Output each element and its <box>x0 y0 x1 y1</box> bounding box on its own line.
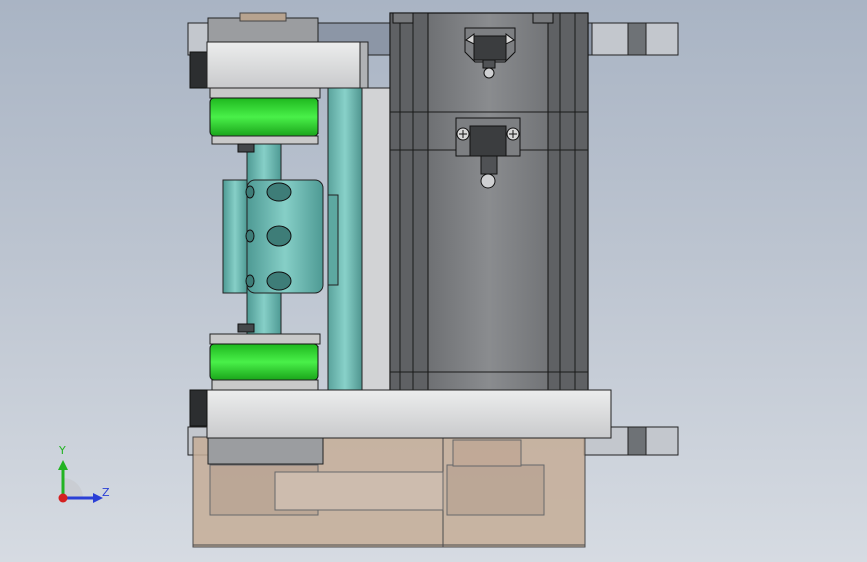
cad-model-view[interactable] <box>0 0 867 562</box>
coordinate-triad: Y Z <box>58 444 110 503</box>
x-axis-dot <box>58 493 68 503</box>
z-axis-label: Z <box>102 486 110 499</box>
top-plate <box>206 41 368 89</box>
upper-timing-pulley <box>209 87 321 153</box>
y-axis-label: Y <box>58 444 66 457</box>
back-plate <box>361 87 391 391</box>
shaft-coupling <box>222 179 324 294</box>
lower-timing-pulley <box>209 323 321 391</box>
bottom-plate <box>206 389 612 439</box>
graphics-viewport[interactable]: Y Z <box>0 0 867 562</box>
